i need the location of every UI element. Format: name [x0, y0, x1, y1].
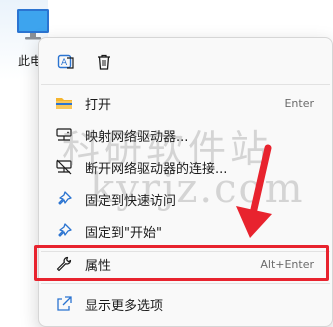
context-menu: A 打开 Enter 映射网络驱动器... 断开网络驱动器的连接... 固定到快…	[38, 37, 333, 327]
menu-separator	[41, 283, 330, 284]
menu-item-map-network-drive[interactable]: 映射网络驱动器...	[43, 119, 328, 151]
trash-icon[interactable]	[91, 50, 117, 74]
folder-icon	[55, 94, 73, 112]
network-drive-icon	[55, 126, 73, 144]
menu-item-show-more-options[interactable]: 显示更多选项	[43, 288, 328, 320]
menu-item-pin-start[interactable]: 固定到"开始"	[43, 215, 328, 247]
svg-text:A: A	[61, 58, 68, 68]
menu-item-open[interactable]: 打开 Enter	[43, 87, 328, 119]
menu-item-disconnect-network-drive[interactable]: 断开网络驱动器的连接...	[43, 151, 328, 183]
menu-item-pin-quick-access[interactable]: 固定到快速访问	[43, 183, 328, 215]
share-icon	[55, 295, 73, 313]
pin-icon	[55, 222, 73, 240]
menu-separator	[41, 84, 330, 85]
pin-icon	[55, 190, 73, 208]
disconnect-drive-icon	[55, 158, 73, 176]
properties-highlight-box	[34, 245, 329, 281]
translate-icon[interactable]: A	[53, 50, 79, 74]
